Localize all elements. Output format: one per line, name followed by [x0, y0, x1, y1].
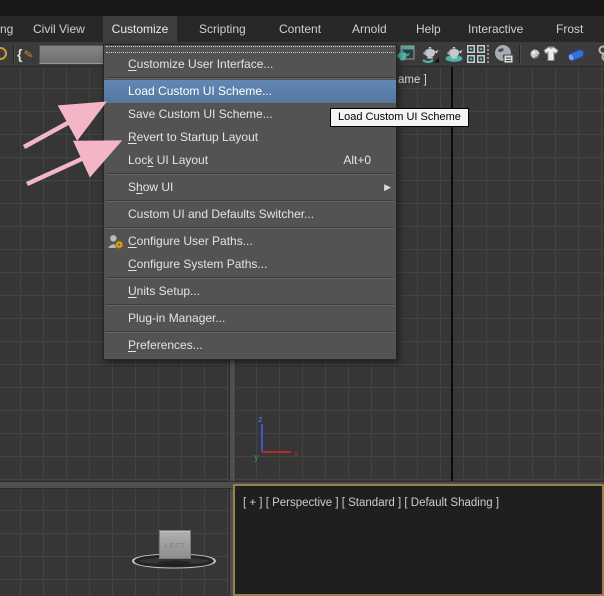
grid-origin-line: [451, 67, 453, 481]
menubar-item-interactive[interactable]: Interactive: [468, 16, 523, 42]
axis-x-label: x: [294, 448, 299, 458]
menu-item-preferences[interactable]: Preferences...: [104, 334, 396, 357]
viewport-perspective-active[interactable]: [ + ] [ Perspective ] [ Standard ] [ Def…: [233, 484, 604, 596]
menu-separator: [106, 200, 394, 202]
menu-separator: [106, 173, 394, 175]
axis-z-label: z: [258, 414, 263, 424]
viewport-left-view[interactable]: [0, 489, 229, 596]
toolbar-separator: [13, 45, 14, 63]
axis-y-label: y: [254, 452, 259, 462]
menubar-item-arnold[interactable]: Arnold: [352, 16, 387, 42]
menubar-item-civil-view[interactable]: Civil View: [33, 16, 85, 42]
chain-partial-icon[interactable]: [592, 44, 604, 64]
render-iterative-icon[interactable]: [420, 44, 440, 64]
menu-item-custom-ui-and-defaults-switcher[interactable]: Custom UI and Defaults Switcher...: [104, 203, 396, 226]
menubar-item-rendering-partial[interactable]: ng: [0, 16, 13, 42]
viewcube-left-face[interactable]: LEFT: [159, 530, 191, 559]
tooltip: Load Custom UI Scheme: [330, 108, 469, 127]
menubar-item-customize[interactable]: Customize: [103, 16, 177, 42]
menu-separator: [106, 77, 394, 79]
menu-item-show-ui[interactable]: Show UI▶: [104, 176, 396, 199]
menu-item-plug-in-manager[interactable]: Plug-in Manager...: [104, 307, 396, 330]
render-production-icon[interactable]: [444, 44, 464, 64]
menu-item-units-setup[interactable]: Units Setup...: [104, 280, 396, 303]
submenu-arrow-icon: ▶: [384, 176, 391, 199]
toolbar-dotted-separator: [487, 45, 490, 63]
render-setup-icon[interactable]: [395, 44, 415, 64]
menu-tearoff-handle[interactable]: [106, 46, 394, 53]
pencil-icon: ✎: [22, 44, 35, 65]
uvw-tube-icon[interactable]: [566, 44, 586, 64]
menu-shortcut: Alt+0: [343, 149, 371, 172]
menu-item-customize-user-interface[interactable]: Customize User Interface...: [104, 53, 396, 76]
world-axis-gizmo: z x y: [245, 413, 305, 463]
menu-item-configure-system-paths[interactable]: Configure System Paths...: [104, 253, 396, 276]
menubar-item-help[interactable]: Help: [416, 16, 441, 42]
menu-bar: ng Civil View Customize Scripting Content Arn…: [0, 16, 604, 42]
named-selection-field[interactable]: [39, 45, 108, 64]
menu-item-lock-ui-layout[interactable]: Lock UI LayoutAlt+0: [104, 149, 396, 172]
menubar-item-content[interactable]: Content: [279, 16, 321, 42]
customize-dropdown-menu: Customize User Interface... Load Custom U…: [103, 44, 397, 360]
user-paths-icon: [107, 233, 124, 250]
menu-separator: [106, 331, 394, 333]
render-frame-window-icon[interactable]: [466, 44, 486, 64]
viewport-label[interactable]: [ + ] [ Perspective ] [ Standard ] [ Def…: [243, 497, 499, 509]
menu-separator: [106, 277, 394, 279]
partial-toolbar-icon[interactable]: [0, 47, 7, 60]
menu-item-revert-to-startup-layout[interactable]: Revert to Startup Layout: [104, 126, 396, 149]
3dsmax-window: ng Civil View Customize Scripting Content Arn…: [0, 0, 604, 596]
menu-separator: [106, 227, 394, 229]
title-bar: [0, 0, 604, 16]
menu-item-load-custom-ui-scheme[interactable]: Load Custom UI Scheme...: [104, 80, 396, 103]
menubar-item-scripting[interactable]: Scripting: [199, 16, 253, 42]
viewport-label-partial: ame ]: [398, 74, 427, 86]
toolbar-separator: [519, 45, 520, 63]
menubar-item-frost[interactable]: Frost: [556, 16, 583, 42]
viewcube-label: LEFT: [160, 531, 190, 560]
menu-item-configure-user-paths[interactable]: Configure User Paths...: [104, 230, 396, 253]
menu-separator: [106, 304, 394, 306]
maxscript-icon[interactable]: {✎: [17, 44, 37, 64]
material-editor-shirt-icon[interactable]: [541, 44, 561, 64]
environment-icon[interactable]: [494, 44, 514, 64]
